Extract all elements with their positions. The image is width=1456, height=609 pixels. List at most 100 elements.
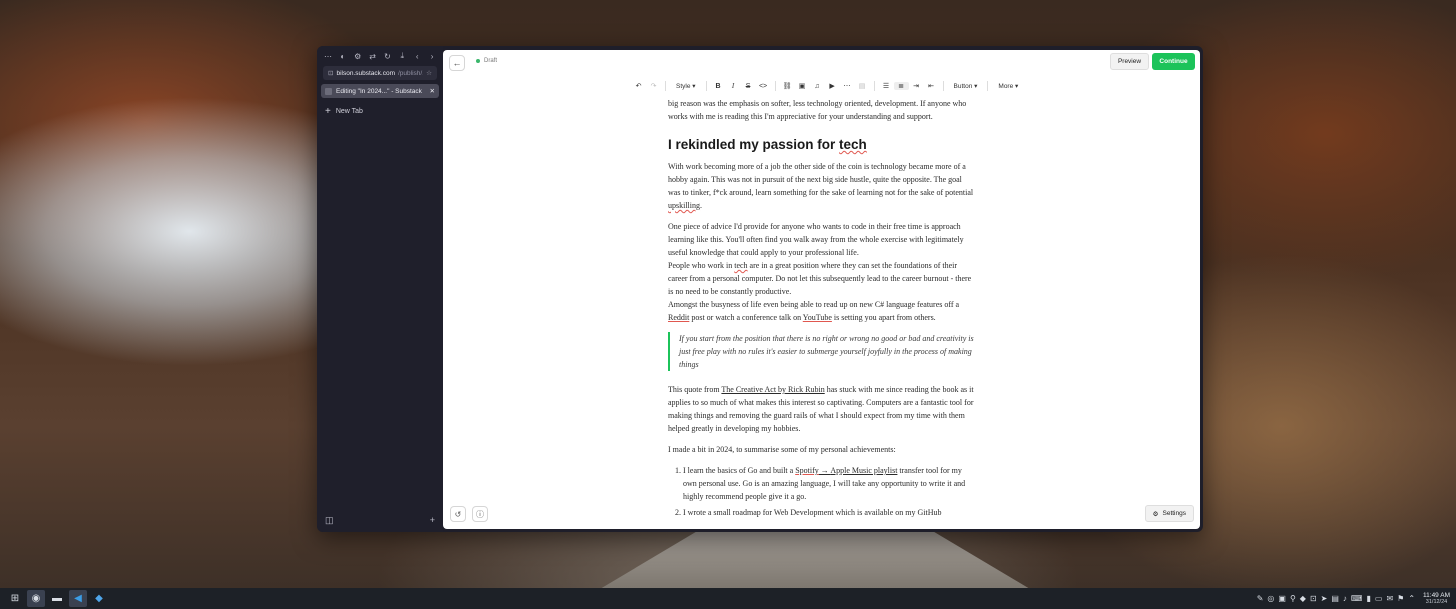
preview-button[interactable]: Preview xyxy=(1110,53,1149,70)
creative-act-link[interactable]: The Creative Act by Rick Rubin xyxy=(721,385,824,394)
reload-icon[interactable]: ↻ xyxy=(383,52,393,61)
paragraph: People who work in tech are in a great p… xyxy=(668,259,974,298)
tab-editing[interactable]: Editing "In 2024..." - Substack ✕ xyxy=(321,84,439,98)
monitor-icon[interactable]: ▭ xyxy=(1375,594,1383,603)
add-icon[interactable]: + xyxy=(430,515,435,526)
strikethrough-icon[interactable]: S xyxy=(741,83,756,90)
settings-icon[interactable]: ⚙ xyxy=(353,52,363,61)
sidebar-toolbar: ⋯ ◐ ⚙ ⇄ ↻ ⤓ ‹ › xyxy=(317,46,443,62)
info-icon: ⓘ xyxy=(476,509,484,519)
toolbar-divider xyxy=(774,81,776,91)
forward-arrow-icon[interactable]: › xyxy=(427,52,437,61)
clipboard-icon[interactable]: ▤ xyxy=(1331,594,1339,603)
audio-icon[interactable]: ♫ xyxy=(810,83,825,90)
network-icon[interactable]: ⚲ xyxy=(1290,594,1296,603)
achievements-list: I learn the basics of Go and built a Spo… xyxy=(668,464,974,519)
spotify-link[interactable]: Spotify xyxy=(795,466,819,475)
reddit-link[interactable]: Reddit xyxy=(668,313,689,322)
video-icon[interactable]: ▶ xyxy=(825,82,840,90)
heading-misspelled-word: tech xyxy=(839,137,867,152)
record-icon[interactable]: ◎ xyxy=(1267,594,1274,603)
bullet-list-icon[interactable]: ☰ xyxy=(879,82,894,90)
app-launcher-icon[interactable]: ⊞ xyxy=(6,590,24,607)
sync-icon[interactable]: ⇄ xyxy=(368,52,378,61)
substack-editor: ← Draft Preview Continue ↶ ↷ Style ▾ B I… xyxy=(443,50,1200,529)
paragraph-text: This quote from xyxy=(668,385,722,394)
pen-icon[interactable]: ✎ xyxy=(1257,594,1264,603)
info-button[interactable]: ⓘ xyxy=(472,506,488,522)
arrow-left-icon: ← xyxy=(452,58,462,68)
history-button[interactable]: ↺ xyxy=(450,506,466,522)
back-arrow-icon[interactable]: ‹ xyxy=(412,52,422,61)
button-dropdown[interactable]: Button ▾ xyxy=(948,82,984,90)
youtube-link[interactable]: YouTube xyxy=(803,313,832,322)
undo-icon[interactable]: ↶ xyxy=(631,82,646,90)
taskbar-apps: ⊞ ◉ ▬ ◀ ◆ xyxy=(0,590,108,607)
download-icon[interactable]: ⤓ xyxy=(397,51,407,61)
misspelled-word: tech xyxy=(734,261,748,270)
comment-icon[interactable]: ▤ xyxy=(855,82,870,90)
notes-icon[interactable]: ✉ xyxy=(1386,594,1393,603)
send-icon[interactable]: ➤ xyxy=(1321,594,1328,603)
browser-window: ⋯ ◐ ⚙ ⇄ ↻ ⤓ ‹ › ⊡ bilson.substack.com/pu… xyxy=(317,46,1203,532)
steam-app-icon[interactable]: ◆ xyxy=(90,590,108,607)
paragraph-text: is setting you apart from others. xyxy=(831,313,936,322)
indent-icon[interactable]: ⇥ xyxy=(909,82,924,90)
display-icon[interactable]: ▣ xyxy=(1278,594,1286,603)
link-icon[interactable]: ⛓ xyxy=(780,82,795,90)
settings-label: Settings xyxy=(1162,510,1187,517)
new-tab-button[interactable]: + New Tab xyxy=(325,106,435,117)
redo-icon[interactable]: ↷ xyxy=(646,82,661,90)
back-button[interactable]: ← xyxy=(449,55,465,71)
code-icon[interactable]: <> xyxy=(756,83,771,90)
formatting-toolbar: ↶ ↷ Style ▾ B I S <> ⛓ ▣ ♫ ▶ ⋯ ▤ ☰ ≣ ⇥ ⇤… xyxy=(631,80,1024,92)
paragraph: With work becoming more of a job the oth… xyxy=(668,160,974,212)
pin-icon[interactable]: ⚑ xyxy=(1397,594,1404,603)
list-item-text: I learn the basics of Go and built a xyxy=(683,466,796,475)
volume-icon[interactable]: ♪ xyxy=(1343,594,1347,603)
style-label: Style xyxy=(676,83,691,90)
panel-toggle-icon[interactable]: ◫ xyxy=(325,515,334,526)
clock[interactable]: 11:49 AM 31/12/24 xyxy=(1423,592,1450,606)
files-app-icon[interactable]: ▬ xyxy=(48,590,66,607)
bold-icon[interactable]: B xyxy=(711,83,726,90)
paragraph: One piece of advice I'd provide for anyo… xyxy=(668,222,964,257)
numbered-list-icon[interactable]: ≣ xyxy=(893,82,909,90)
section-heading: I rekindled my passion for tech xyxy=(668,137,974,153)
draft-label: Draft xyxy=(484,58,498,64)
star-icon[interactable]: ☆ xyxy=(426,69,432,77)
intro-paragraph: big reason was the emphasis on softer, l… xyxy=(668,99,967,121)
image-icon[interactable]: ▣ xyxy=(795,82,810,90)
apple-music-link[interactable]: Apple Music playlist xyxy=(830,466,897,475)
paragraph-text: Amongst the busyness of life even being … xyxy=(668,300,960,309)
arrow-text: → xyxy=(818,466,831,475)
status-dot-icon xyxy=(476,59,480,63)
article-body[interactable]: big reason was the emphasis on softer, l… xyxy=(668,97,974,522)
more-dropdown[interactable]: More ▾ xyxy=(992,82,1024,90)
battery-icon[interactable]: ▮ xyxy=(1366,594,1370,603)
close-tab-icon[interactable]: ✕ xyxy=(430,87,435,95)
embed-icon[interactable]: ⋯ xyxy=(840,82,855,90)
style-dropdown[interactable]: Style ▾ xyxy=(670,82,702,90)
settings-button[interactable]: ⚙ Settings xyxy=(1144,505,1194,522)
clock-date: 31/12/24 xyxy=(1425,598,1448,605)
continue-button[interactable]: Continue xyxy=(1152,53,1195,70)
vscode-app-icon[interactable]: ◀ xyxy=(69,590,87,607)
toolbar-divider xyxy=(987,81,989,91)
keyboard-icon[interactable]: ⌨ xyxy=(1351,594,1363,603)
browser-sidebar: ⋯ ◐ ⚙ ⇄ ↻ ⤓ ‹ › ⊡ bilson.substack.com/pu… xyxy=(317,46,443,532)
url-host: bilson.substack.com xyxy=(336,69,395,77)
steam-tray-icon[interactable]: ◆ xyxy=(1300,594,1306,603)
italic-icon[interactable]: I xyxy=(726,82,741,90)
paragraph-text: With work becoming more of a job the oth… xyxy=(668,162,974,197)
url-bar[interactable]: ⊡ bilson.substack.com/publish/... ☆ xyxy=(323,66,437,80)
toolbar-divider xyxy=(665,81,666,91)
clock-time: 11:49 AM xyxy=(1423,591,1450,599)
extensions-icon[interactable]: ◐ xyxy=(338,52,348,61)
outdent-icon[interactable]: ⇤ xyxy=(924,82,939,90)
paragraph-text: . xyxy=(700,201,703,210)
bag-icon[interactable]: ⊡ xyxy=(1310,594,1317,603)
menu-dots-icon[interactable]: ⋯ xyxy=(323,52,333,61)
expand-tray-icon[interactable]: ⌃ xyxy=(1408,594,1415,603)
browser-app-icon[interactable]: ◉ xyxy=(27,590,45,607)
